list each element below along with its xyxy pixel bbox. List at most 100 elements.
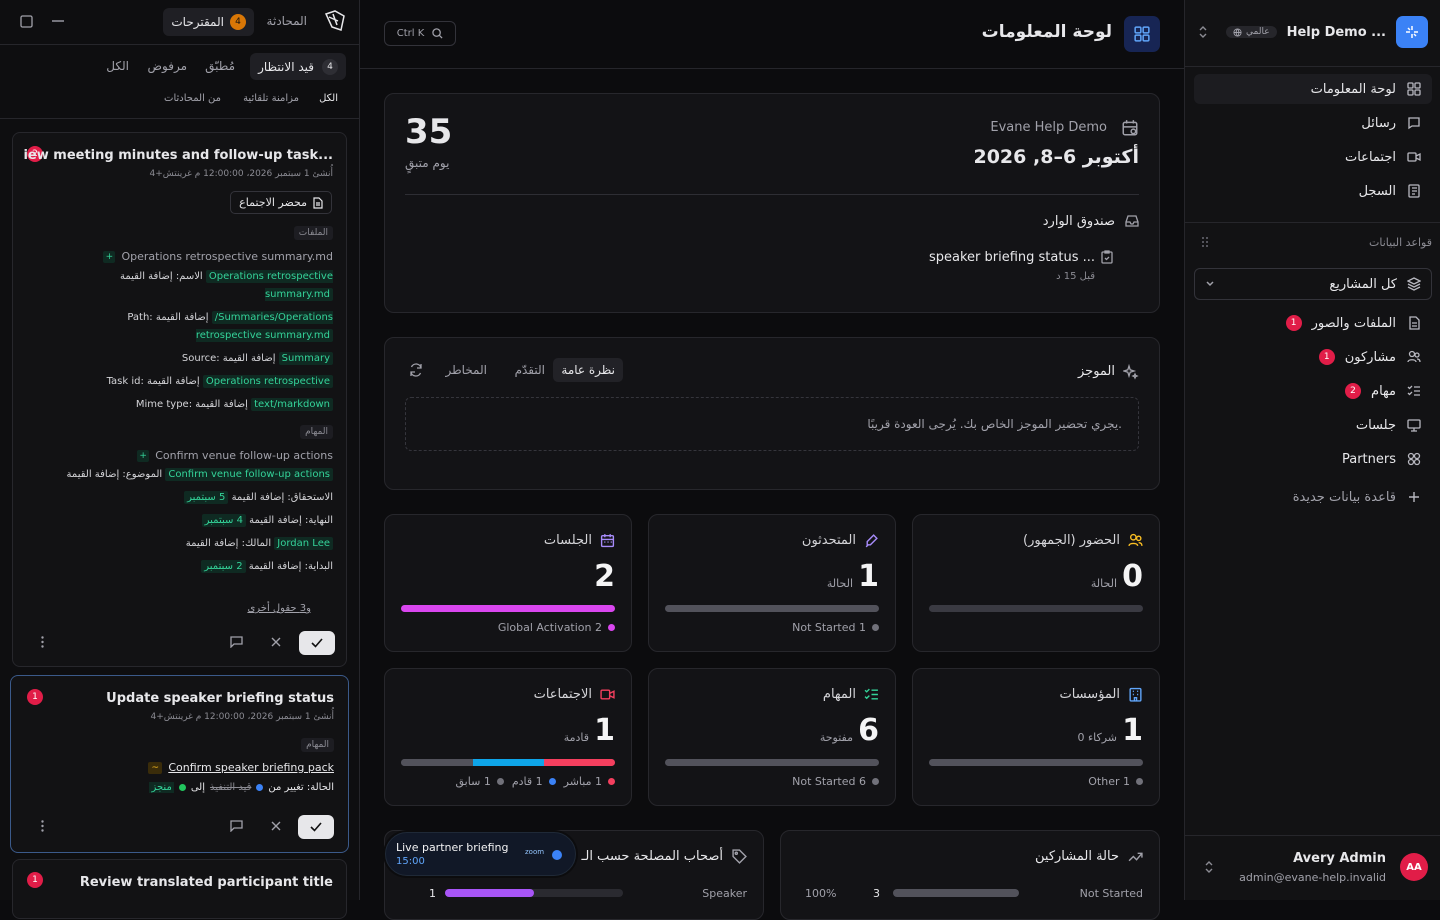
tab-progress[interactable]: التقدّم xyxy=(515,363,545,377)
kpi-card: الحضور (الجمهور) 0 الحالة xyxy=(912,514,1160,652)
legend-item: 1 سابق xyxy=(456,775,504,788)
filter-all[interactable]: الكل xyxy=(106,59,129,73)
nav-meetings[interactable]: اجتماعات xyxy=(1194,142,1432,172)
plus-icon: + xyxy=(137,449,150,462)
refresh-icon[interactable] xyxy=(409,363,423,377)
calendar-icon xyxy=(1121,119,1139,137)
kpi-legend: 1 Other xyxy=(1088,775,1143,788)
legend-dot xyxy=(608,778,615,785)
legend-dot xyxy=(872,624,879,631)
kpi-bar-track xyxy=(665,605,879,612)
more-options-icon[interactable] xyxy=(41,636,44,648)
search-icon xyxy=(432,28,443,39)
nav-messages[interactable]: رسائل xyxy=(1194,108,1432,138)
tab-risks[interactable]: المخاطر xyxy=(445,363,487,377)
tab-chat[interactable]: المحادثة xyxy=(267,14,307,28)
pending-count: 4 xyxy=(322,58,338,75)
comment-icon xyxy=(230,820,243,832)
presentation-icon xyxy=(1406,417,1422,433)
participant-pct: 100% xyxy=(805,887,837,900)
added-value: Operations retrospective xyxy=(202,375,333,388)
header-logo-icon xyxy=(1124,16,1160,52)
projects-select[interactable]: كل المشاريع xyxy=(1194,268,1432,300)
days-label: يوم متبقٍ xyxy=(405,156,450,170)
window-icon[interactable] xyxy=(20,15,33,28)
field-change-row: الموضوع: إضافة القيمة Confirm venue foll… xyxy=(63,466,333,484)
live-meeting-pill[interactable]: Live partner briefing 15:00 zoom xyxy=(385,832,576,876)
new-database-button[interactable]: قاعدة بيانات جديدة xyxy=(1194,482,1432,512)
checklist-icon xyxy=(864,687,879,702)
task-add-row: + Confirm venue follow-up actions xyxy=(137,449,333,462)
more-options-icon[interactable] xyxy=(41,820,44,832)
inbox-time: قبل 15 د xyxy=(1056,271,1095,282)
workspace-name: Help Demo ... xyxy=(1286,24,1386,40)
files-tag: الملفات xyxy=(293,226,333,240)
audience-icon xyxy=(1128,533,1143,548)
tasks-tag: المهام xyxy=(301,738,334,752)
workspace-switcher[interactable]: عالمي Help Demo ... xyxy=(1196,16,1428,48)
accept-button[interactable] xyxy=(299,631,335,655)
source-autosync[interactable]: مزامنة تلقائية xyxy=(243,93,299,104)
db-item-partners[interactable]: Partners xyxy=(1194,444,1432,474)
stakeholder-value: 1 xyxy=(429,887,436,900)
added-value: 5 سبتمبر xyxy=(184,491,229,504)
source-chats[interactable]: من المحادثات xyxy=(164,93,221,104)
reject-button[interactable] xyxy=(271,637,281,647)
accept-button[interactable] xyxy=(298,815,334,839)
workspace-logo-icon xyxy=(1396,16,1428,48)
user-menu[interactable]: AA Avery Admin admin@evane-help.invalid xyxy=(1196,846,1428,890)
tab-suggestions[interactable]: المقترحات 4 xyxy=(163,8,254,36)
suggestion-meta: أُنشئ 1 سبتمبر 2026، 12:00:00 م غرينتش+4 xyxy=(150,712,334,722)
kpi-subtitle: الحالة xyxy=(1090,577,1117,590)
count-badge: 1 xyxy=(27,689,43,705)
filter-pending[interactable]: قيد الانتظار 4 xyxy=(250,53,346,80)
kpi-bar-segment xyxy=(472,759,544,766)
comment-button[interactable] xyxy=(230,636,243,648)
nav-dashboard[interactable]: لوحة المعلومات xyxy=(1194,74,1432,104)
meeting-minutes-button[interactable]: محضر الاجتماع xyxy=(230,191,332,214)
avatar: AA xyxy=(1400,853,1428,881)
kpi-card: المتحدثون 1 الحالة 1 Not Started xyxy=(648,514,896,652)
tab-overview[interactable]: نظرة عامة xyxy=(553,358,623,382)
added-value: Summary xyxy=(278,352,333,365)
check-icon xyxy=(310,822,322,832)
kpi-bar-track xyxy=(929,605,1143,612)
legend-dot xyxy=(608,624,615,631)
suggestions-panel: المحادثة المقترحات 4 قيد الانتظار 4 مُطب… xyxy=(0,0,360,919)
kpi-bar-track xyxy=(401,759,615,766)
calendar-icon xyxy=(600,533,615,548)
close-icon xyxy=(271,821,281,831)
status-change-row: الحالة: تغيير من قيد التنفيذ إلى منجز xyxy=(149,782,334,793)
tag-icon xyxy=(732,849,747,864)
task-link[interactable]: Confirm speaker briefing pack xyxy=(168,761,334,774)
drag-handle-icon[interactable] xyxy=(1201,236,1209,248)
db-item-participants[interactable]: 1 مشاركون xyxy=(1194,342,1432,372)
live-title: Live partner briefing xyxy=(396,841,509,854)
live-time: 15:00 xyxy=(396,856,425,867)
filter-applied[interactable]: مُطبّق xyxy=(205,59,235,73)
brief-placeholder: يجري تحضير الموجز الخاص بك. يُرجى العودة… xyxy=(405,397,1139,451)
kpi-bar-segment xyxy=(665,605,879,612)
db-item-files[interactable]: 1 الملفات والصور xyxy=(1194,308,1432,338)
filter-rejected[interactable]: مرفوض xyxy=(148,59,188,73)
source-all[interactable]: الكل xyxy=(319,93,338,104)
db-item-sessions[interactable]: جلسات xyxy=(1194,410,1432,440)
kpi-label: المهام xyxy=(822,687,856,702)
file-add-row: + Operations retrospective summary.md xyxy=(103,250,333,263)
plus-icon: + xyxy=(103,250,116,263)
reject-button[interactable] xyxy=(271,821,281,831)
event-card: 35 يوم متبقٍ Evane Help Demo أكتوبر 6–8,… xyxy=(384,93,1160,313)
more-fields-link[interactable]: و3 حقول أخرى xyxy=(247,603,311,614)
partners-icon xyxy=(1406,451,1422,467)
minimize-icon[interactable] xyxy=(52,20,64,22)
comment-button[interactable] xyxy=(230,820,243,832)
comment-icon xyxy=(230,636,243,648)
db-item-tasks[interactable]: 2 مهام xyxy=(1194,376,1432,406)
nav-log[interactable]: السجل xyxy=(1194,176,1432,206)
plus-icon xyxy=(1406,489,1422,505)
command-palette-button[interactable]: Ctrl K xyxy=(384,21,456,46)
kpi-card: الاجتماعات 1 قادمة 1 مباشر 1 قادم 1 سابق xyxy=(384,668,632,806)
inbox-item[interactable]: speaker briefing status ... xyxy=(929,250,1095,265)
kpi-bar-segment xyxy=(929,759,1143,766)
participant-status-label: Not Started xyxy=(1079,887,1143,900)
